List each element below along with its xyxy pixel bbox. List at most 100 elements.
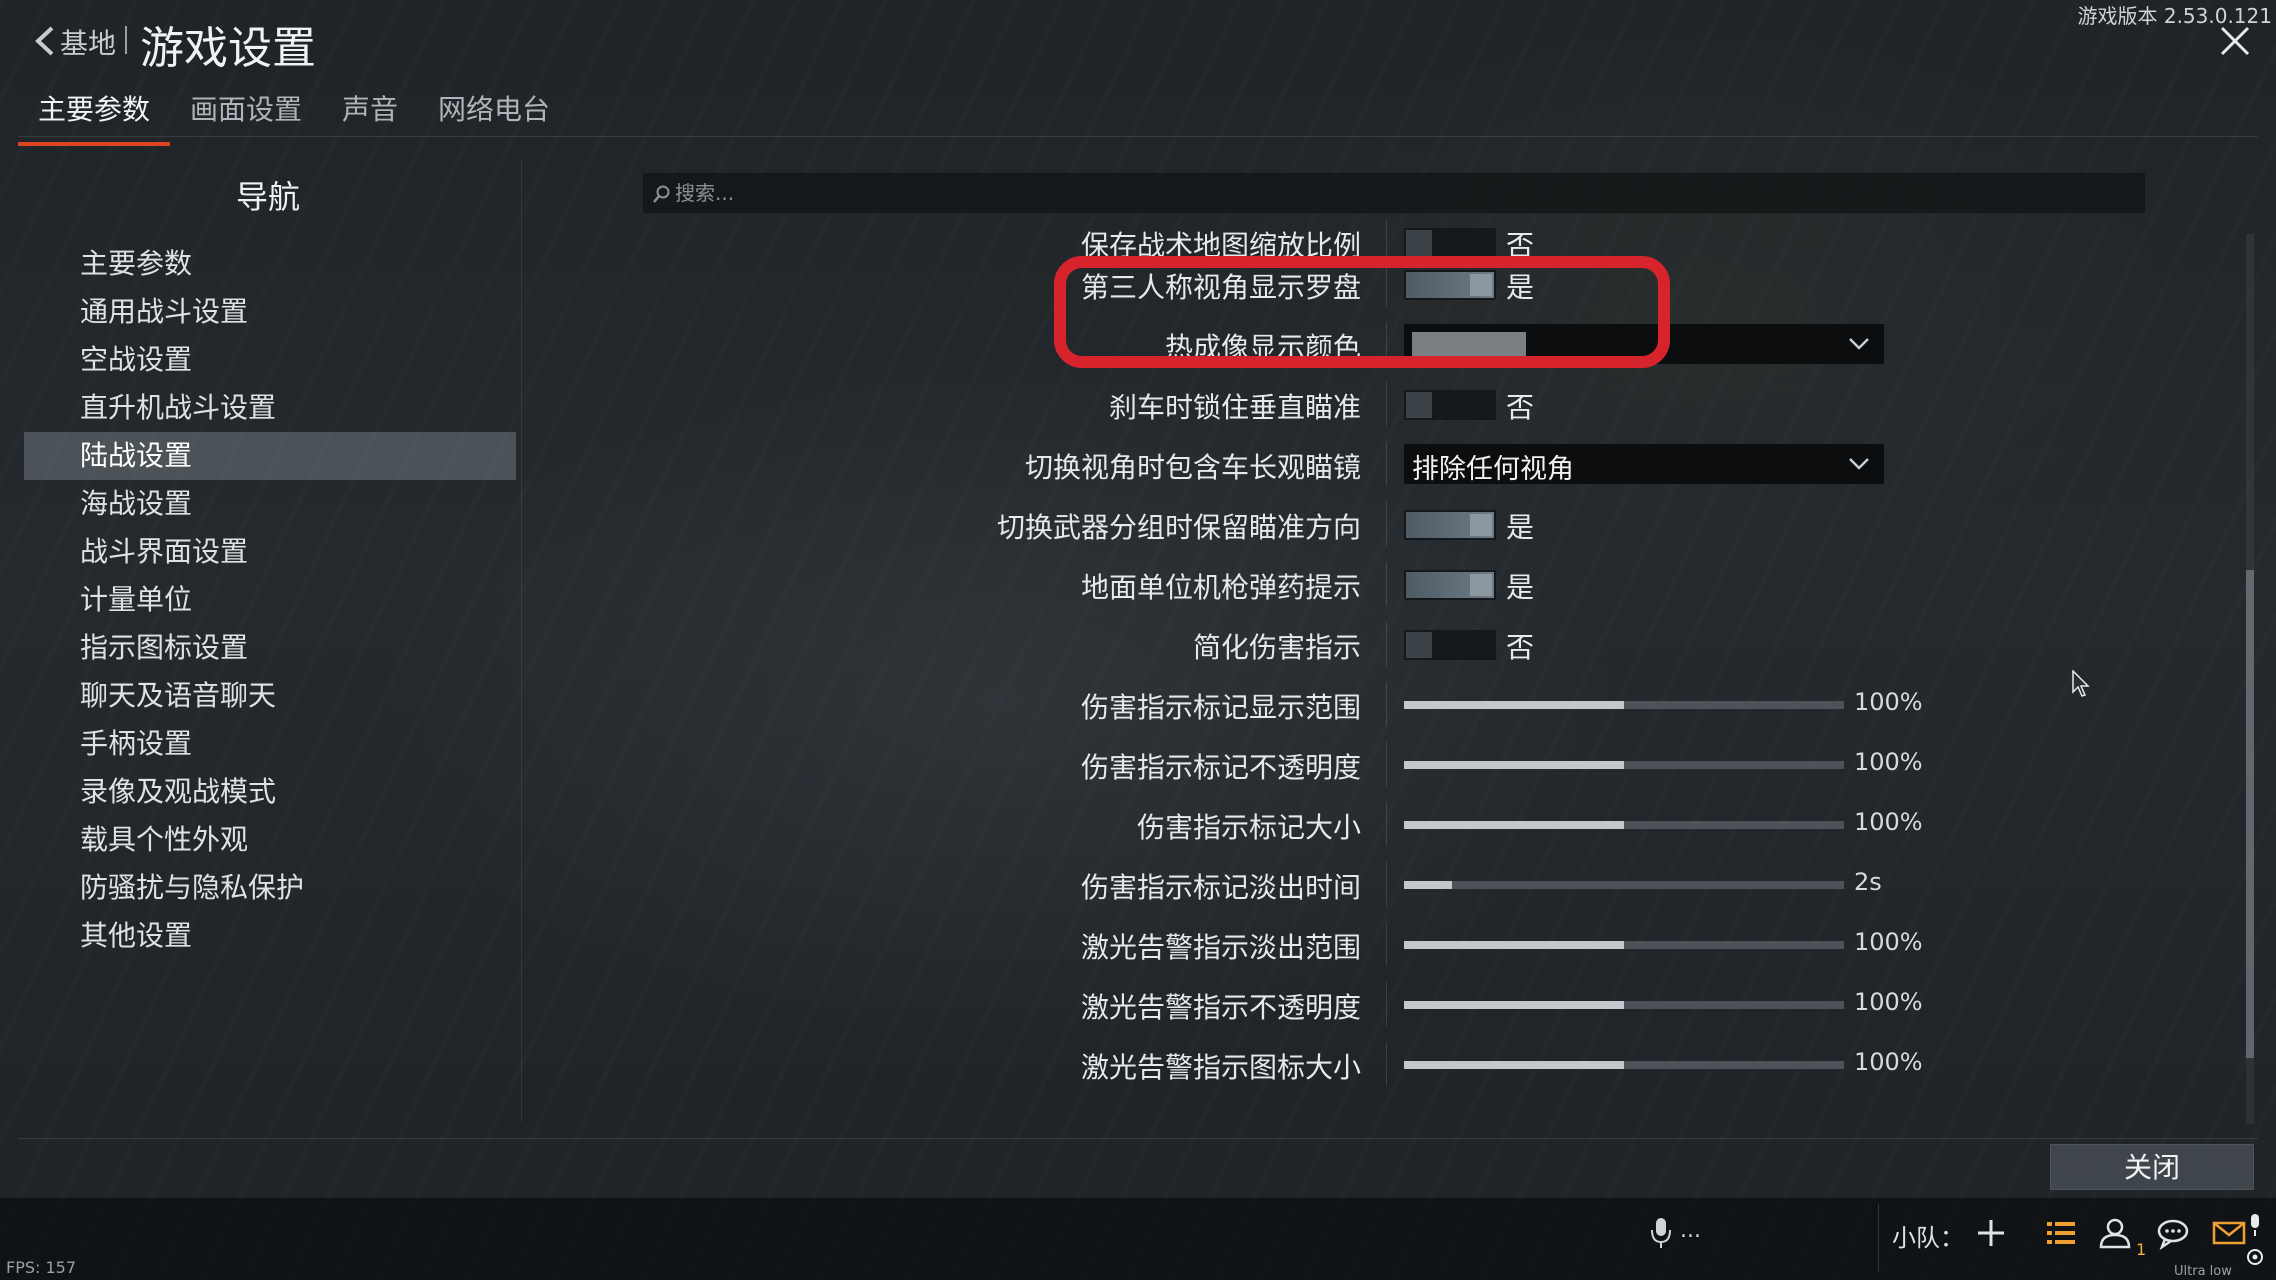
slider[interactable]	[1404, 761, 1844, 769]
page-title: 游戏设置	[140, 23, 316, 74]
voice-status: ...	[1680, 1218, 1701, 1243]
row-divider	[1386, 682, 1387, 726]
slider-value: 100%	[1854, 988, 1923, 1016]
toggle-state: 否	[1506, 631, 1535, 664]
fps-counter: FPS: 157	[6, 1258, 77, 1277]
toggle-switch[interactable]	[1404, 390, 1496, 420]
settings-list: 保存战术地图缩放比例 否 第三人称视角显示罗盘 是 热成像显示颜色 刹车时锁住垂…	[640, 218, 2240, 1134]
back-link[interactable]: 基地	[60, 22, 116, 62]
nav-item-battle-hud[interactable]: 战斗界面设置	[24, 528, 516, 576]
nav-item-naval-battle[interactable]: 海战设置	[24, 480, 516, 528]
setting-row: 伤害指示标记显示范围 100%	[640, 674, 2240, 734]
nav-item-air-battle[interactable]: 空战设置	[24, 336, 516, 384]
thermal-color-dropdown[interactable]	[1404, 324, 1884, 364]
nav-item-replay-spectator[interactable]: 录像及观战模式	[24, 768, 516, 816]
row-divider	[1386, 442, 1387, 486]
row-divider	[1386, 262, 1387, 306]
setting-row: 激光告警指示淡出范围 100%	[640, 914, 2240, 974]
nav-item-units[interactable]: 计量单位	[24, 576, 516, 624]
setting-label: 第三人称视角显示罗盘	[1080, 271, 1361, 304]
toggle-state: 是	[1506, 571, 1535, 604]
slider-value: 100%	[1854, 1048, 1923, 1076]
slider[interactable]	[1404, 881, 1844, 889]
friends-icon[interactable]	[2098, 1216, 2132, 1250]
row-divider	[1386, 562, 1387, 606]
slider-value: 100%	[1854, 748, 1923, 776]
setting-label: 热成像显示颜色	[1164, 331, 1361, 364]
nav-item-ground-battle[interactable]: 陆战设置	[24, 432, 516, 480]
slider[interactable]	[1404, 1061, 1844, 1069]
slider[interactable]	[1404, 821, 1844, 829]
setting-label: 简化伤害指示	[1192, 631, 1361, 664]
scrollbar-thumb[interactable]	[2246, 570, 2254, 1058]
setting-row: 激光告警指示不透明度 100%	[640, 974, 2240, 1034]
nav-item-vehicle-customization[interactable]: 载具个性外观	[24, 816, 516, 864]
row-divider	[1386, 322, 1387, 366]
setting-label: 地面单位机枪弹药提示	[1080, 571, 1361, 604]
row-divider	[1386, 1042, 1387, 1086]
plus-icon[interactable]	[1974, 1216, 2008, 1250]
toggle-switch[interactable]	[1404, 630, 1496, 660]
search-icon	[653, 185, 670, 203]
close-icon[interactable]	[2218, 24, 2252, 58]
row-divider	[1386, 622, 1387, 666]
footer-divider	[18, 1138, 2258, 1139]
nav-item-helicopter-battle[interactable]: 直升机战斗设置	[24, 384, 516, 432]
slider-value: 100%	[1854, 928, 1923, 956]
slider[interactable]	[1404, 941, 1844, 949]
setting-row: 切换视角时包含车长观瞄镜 排除任何视角	[640, 434, 2240, 494]
setting-row: 简化伤害指示 否	[640, 614, 2240, 674]
close-button[interactable]: 关闭	[2050, 1144, 2254, 1190]
slider[interactable]	[1404, 701, 1844, 709]
mouse-cursor-icon	[2072, 670, 2090, 697]
row-divider	[1386, 862, 1387, 906]
setting-row: 地面单位机枪弹药提示 是	[640, 554, 2240, 614]
chevron-down-icon	[1849, 338, 1869, 350]
scrollbar[interactable]	[2246, 234, 2254, 1124]
nav-item-main-params[interactable]: 主要参数	[24, 240, 516, 288]
chevron-left-icon[interactable]	[32, 24, 58, 58]
list-icon[interactable]	[2044, 1216, 2078, 1250]
row-divider	[1386, 382, 1387, 426]
setting-row: 伤害指示标记淡出时间 2s	[640, 854, 2240, 914]
setting-label: 激光告警指示图标大小	[1080, 1051, 1361, 1084]
header-divider	[125, 26, 127, 54]
toggle-switch[interactable]	[1404, 270, 1496, 300]
row-divider	[1386, 742, 1387, 786]
toggle-switch[interactable]	[1404, 570, 1496, 600]
tab-divider	[18, 136, 2258, 137]
search-input[interactable]	[675, 173, 2135, 213]
toggle-state: 是	[1506, 511, 1535, 544]
setting-label: 伤害指示标记淡出时间	[1080, 871, 1361, 904]
quality-label: Ultra low quality	[2174, 1264, 2232, 1280]
commander-sight-dropdown[interactable]: 排除任何视角	[1404, 444, 1884, 485]
row-divider	[1386, 502, 1387, 546]
setting-row: 伤害指示标记大小 100%	[640, 794, 2240, 854]
row-divider	[1386, 922, 1387, 966]
bottom-bar-divider	[1878, 1204, 1879, 1272]
nav-list: 主要参数 通用战斗设置 空战设置 直升机战斗设置 陆战设置 海战设置 战斗界面设…	[24, 240, 516, 960]
squad-label: 小队：	[1892, 1224, 1964, 1252]
nav-item-privacy[interactable]: 防骚扰与隐私保护	[24, 864, 516, 912]
setting-row: 热成像显示颜色	[640, 314, 2240, 374]
color-swatch	[1412, 332, 1526, 358]
mail-icon[interactable]	[2212, 1216, 2246, 1250]
nav-item-general-battle[interactable]: 通用战斗设置	[24, 288, 516, 336]
navigation-panel: 导航 主要参数 通用战斗设置 空战设置 直升机战斗设置 陆战设置 海战设置 战斗…	[22, 160, 522, 1122]
slider[interactable]	[1404, 1001, 1844, 1009]
slider-value: 2s	[1854, 868, 1882, 896]
toggle-state: 是	[1506, 271, 1535, 304]
chat-icon[interactable]	[2156, 1216, 2190, 1250]
nav-item-gamepad[interactable]: 手柄设置	[24, 720, 516, 768]
microphone-small-icon	[2251, 1214, 2259, 1236]
toggle-switch[interactable]	[1404, 510, 1496, 540]
setting-label: 切换视角时包含车长观瞄镜	[1024, 451, 1361, 484]
dropdown-value: 排除任何视角	[1412, 454, 1574, 485]
nav-item-other[interactable]: 其他设置	[24, 912, 516, 960]
toggle-state: 否	[1506, 391, 1535, 424]
setting-label: 激光告警指示不透明度	[1080, 991, 1361, 1024]
microphone-icon[interactable]	[1650, 1216, 1672, 1250]
nav-item-indicator-icons[interactable]: 指示图标设置	[24, 624, 516, 672]
setting-label: 伤害指示标记显示范围	[1080, 691, 1361, 724]
nav-item-chat-voice[interactable]: 聊天及语音聊天	[24, 672, 516, 720]
